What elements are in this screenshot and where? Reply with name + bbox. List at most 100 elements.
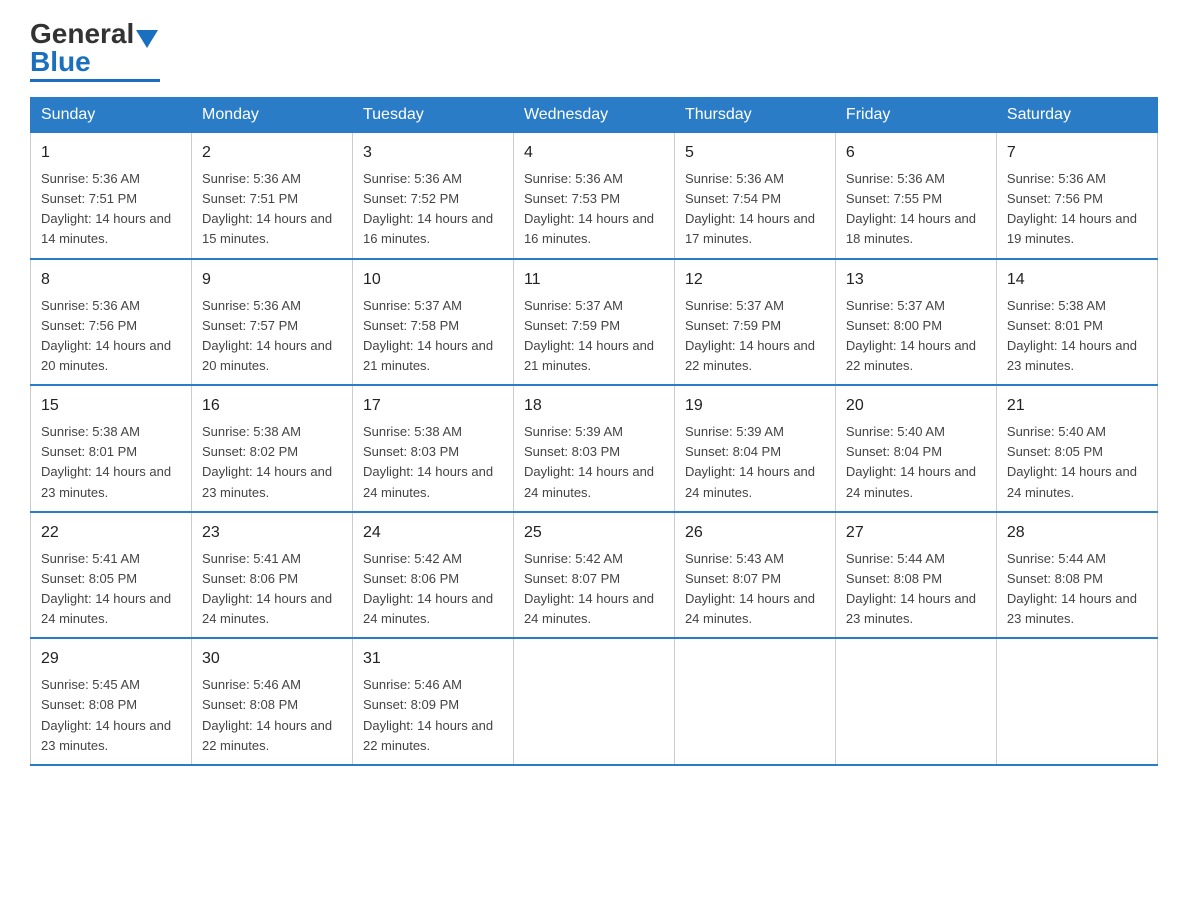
empty-cell	[674, 638, 835, 765]
day-number: 23	[202, 521, 342, 545]
day-number: 1	[41, 141, 181, 165]
day-cell-16: 16 Sunrise: 5:38 AMSunset: 8:02 PMDayligh…	[191, 385, 352, 512]
day-number: 10	[363, 268, 503, 292]
day-number: 28	[1007, 521, 1147, 545]
day-cell-29: 29Sunrise: 5:45 AMSunset: 8:08 PMDayligh…	[31, 638, 192, 765]
day-number: 6	[846, 141, 986, 165]
weekday-header-sunday: Sunday	[31, 98, 192, 133]
day-info: Sunrise: 5:46 AMSunset: 8:08 PMDaylight:…	[202, 677, 332, 752]
day-info: Sunrise: 5:45 AMSunset: 8:08 PMDaylight:…	[41, 677, 171, 752]
day-number: 15	[41, 394, 181, 418]
day-cell-22: 22 Sunrise: 5:41 AMSunset: 8:05 PMDayligh…	[31, 512, 192, 639]
day-cell-14: 14 Sunrise: 5:38 AMSunset: 8:01 PMDayligh…	[996, 259, 1157, 386]
day-info: Sunrise: 5:44 AMSunset: 8:08 PMDaylight:…	[846, 551, 976, 626]
day-number: 18	[524, 394, 664, 418]
day-info: Sunrise: 5:39 AMSunset: 8:04 PMDaylight:…	[685, 424, 815, 499]
day-cell-21: 21 Sunrise: 5:40 AMSunset: 8:05 PMDayligh…	[996, 385, 1157, 512]
day-cell-24: 24 Sunrise: 5:42 AMSunset: 8:06 PMDayligh…	[352, 512, 513, 639]
day-cell-8: 8 Sunrise: 5:36 AMSunset: 7:56 PMDaylight…	[31, 259, 192, 386]
day-number: 2	[202, 141, 342, 165]
day-info: Sunrise: 5:38 AMSunset: 8:03 PMDaylight:…	[363, 424, 493, 499]
day-info: Sunrise: 5:42 AMSunset: 8:07 PMDaylight:…	[524, 551, 654, 626]
day-info: Sunrise: 5:36 AMSunset: 7:51 PMDaylight:…	[202, 171, 332, 246]
page-header: General Blue	[30, 20, 1158, 82]
day-cell-28: 28 Sunrise: 5:44 AMSunset: 8:08 PMDayligh…	[996, 512, 1157, 639]
day-cell-11: 11 Sunrise: 5:37 AMSunset: 7:59 PMDayligh…	[513, 259, 674, 386]
day-cell-4: 4Sunrise: 5:36 AMSunset: 7:53 PMDaylight…	[513, 133, 674, 259]
day-number: 7	[1007, 141, 1147, 165]
day-cell-17: 17Sunrise: 5:38 AMSunset: 8:03 PMDayligh…	[352, 385, 513, 512]
day-info: Sunrise: 5:38 AMSunset: 8:01 PMDaylight:…	[1007, 298, 1137, 373]
logo-general: General	[30, 18, 134, 49]
week-row-3: 15 Sunrise: 5:38 AMSunset: 8:01 PMDayligh…	[31, 385, 1158, 512]
week-row-4: 22 Sunrise: 5:41 AMSunset: 8:05 PMDayligh…	[31, 512, 1158, 639]
weekday-header-saturday: Saturday	[996, 98, 1157, 133]
day-info: Sunrise: 5:41 AMSunset: 8:06 PMDaylight:…	[202, 551, 332, 626]
day-cell-1: 1 Sunrise: 5:36 AMSunset: 7:51 PMDaylight…	[31, 133, 192, 259]
weekday-header-friday: Friday	[835, 98, 996, 133]
day-info: Sunrise: 5:41 AMSunset: 8:05 PMDaylight:…	[41, 551, 171, 626]
day-info: Sunrise: 5:40 AMSunset: 8:05 PMDaylight:…	[1007, 424, 1137, 499]
day-number: 12	[685, 268, 825, 292]
day-cell-6: 6 Sunrise: 5:36 AMSunset: 7:55 PMDaylight…	[835, 133, 996, 259]
day-cell-7: 7 Sunrise: 5:36 AMSunset: 7:56 PMDaylight…	[996, 133, 1157, 259]
day-number: 5	[685, 141, 825, 165]
day-number: 22	[41, 521, 181, 545]
calendar-table: SundayMondayTuesdayWednesdayThursdayFrid…	[30, 97, 1158, 766]
logo-line	[30, 79, 160, 82]
day-cell-15: 15 Sunrise: 5:38 AMSunset: 8:01 PMDayligh…	[31, 385, 192, 512]
day-info: Sunrise: 5:36 AMSunset: 7:57 PMDaylight:…	[202, 298, 332, 373]
day-number: 21	[1007, 394, 1147, 418]
day-number: 8	[41, 268, 181, 292]
day-info: Sunrise: 5:42 AMSunset: 8:06 PMDaylight:…	[363, 551, 493, 626]
day-cell-5: 5 Sunrise: 5:36 AMSunset: 7:54 PMDaylight…	[674, 133, 835, 259]
day-cell-27: 27Sunrise: 5:44 AMSunset: 8:08 PMDayligh…	[835, 512, 996, 639]
day-cell-23: 23 Sunrise: 5:41 AMSunset: 8:06 PMDayligh…	[191, 512, 352, 639]
day-number: 26	[685, 521, 825, 545]
day-number: 13	[846, 268, 986, 292]
day-number: 20	[846, 394, 986, 418]
weekday-header-tuesday: Tuesday	[352, 98, 513, 133]
day-cell-31: 31 Sunrise: 5:46 AMSunset: 8:09 PMDayligh…	[352, 638, 513, 765]
logo-arrow-icon	[136, 30, 158, 52]
day-info: Sunrise: 5:38 AMSunset: 8:02 PMDaylight:…	[202, 424, 332, 499]
day-info: Sunrise: 5:44 AMSunset: 8:08 PMDaylight:…	[1007, 551, 1137, 626]
day-cell-3: 3Sunrise: 5:36 AMSunset: 7:52 PMDaylight…	[352, 133, 513, 259]
day-info: Sunrise: 5:37 AMSunset: 7:59 PMDaylight:…	[524, 298, 654, 373]
day-number: 31	[363, 647, 503, 671]
day-number: 16	[202, 394, 342, 418]
day-number: 19	[685, 394, 825, 418]
day-info: Sunrise: 5:43 AMSunset: 8:07 PMDaylight:…	[685, 551, 815, 626]
day-info: Sunrise: 5:38 AMSunset: 8:01 PMDaylight:…	[41, 424, 171, 499]
day-cell-9: 9Sunrise: 5:36 AMSunset: 7:57 PMDaylight…	[191, 259, 352, 386]
week-row-5: 29Sunrise: 5:45 AMSunset: 8:08 PMDayligh…	[31, 638, 1158, 765]
day-info: Sunrise: 5:36 AMSunset: 7:56 PMDaylight:…	[41, 298, 171, 373]
day-info: Sunrise: 5:36 AMSunset: 7:54 PMDaylight:…	[685, 171, 815, 246]
day-info: Sunrise: 5:37 AMSunset: 7:59 PMDaylight:…	[685, 298, 815, 373]
day-info: Sunrise: 5:40 AMSunset: 8:04 PMDaylight:…	[846, 424, 976, 499]
day-info: Sunrise: 5:37 AMSunset: 8:00 PMDaylight:…	[846, 298, 976, 373]
empty-cell	[996, 638, 1157, 765]
day-info: Sunrise: 5:36 AMSunset: 7:56 PMDaylight:…	[1007, 171, 1137, 246]
day-number: 24	[363, 521, 503, 545]
day-info: Sunrise: 5:46 AMSunset: 8:09 PMDaylight:…	[363, 677, 493, 752]
day-number: 25	[524, 521, 664, 545]
day-cell-20: 20 Sunrise: 5:40 AMSunset: 8:04 PMDayligh…	[835, 385, 996, 512]
day-cell-13: 13 Sunrise: 5:37 AMSunset: 8:00 PMDayligh…	[835, 259, 996, 386]
day-number: 11	[524, 268, 664, 292]
empty-cell	[835, 638, 996, 765]
day-cell-10: 10 Sunrise: 5:37 AMSunset: 7:58 PMDayligh…	[352, 259, 513, 386]
day-info: Sunrise: 5:37 AMSunset: 7:58 PMDaylight:…	[363, 298, 493, 373]
day-cell-25: 25 Sunrise: 5:42 AMSunset: 8:07 PMDayligh…	[513, 512, 674, 639]
day-info: Sunrise: 5:36 AMSunset: 7:55 PMDaylight:…	[846, 171, 976, 246]
logo-text: General Blue	[30, 20, 134, 76]
day-cell-26: 26 Sunrise: 5:43 AMSunset: 8:07 PMDayligh…	[674, 512, 835, 639]
day-number: 14	[1007, 268, 1147, 292]
day-cell-19: 19 Sunrise: 5:39 AMSunset: 8:04 PMDayligh…	[674, 385, 835, 512]
weekday-header-wednesday: Wednesday	[513, 98, 674, 133]
logo-blue: Blue	[30, 46, 91, 77]
weekday-header-thursday: Thursday	[674, 98, 835, 133]
weekday-header-monday: Monday	[191, 98, 352, 133]
day-cell-12: 12 Sunrise: 5:37 AMSunset: 7:59 PMDayligh…	[674, 259, 835, 386]
day-info: Sunrise: 5:36 AMSunset: 7:51 PMDaylight:…	[41, 171, 171, 246]
